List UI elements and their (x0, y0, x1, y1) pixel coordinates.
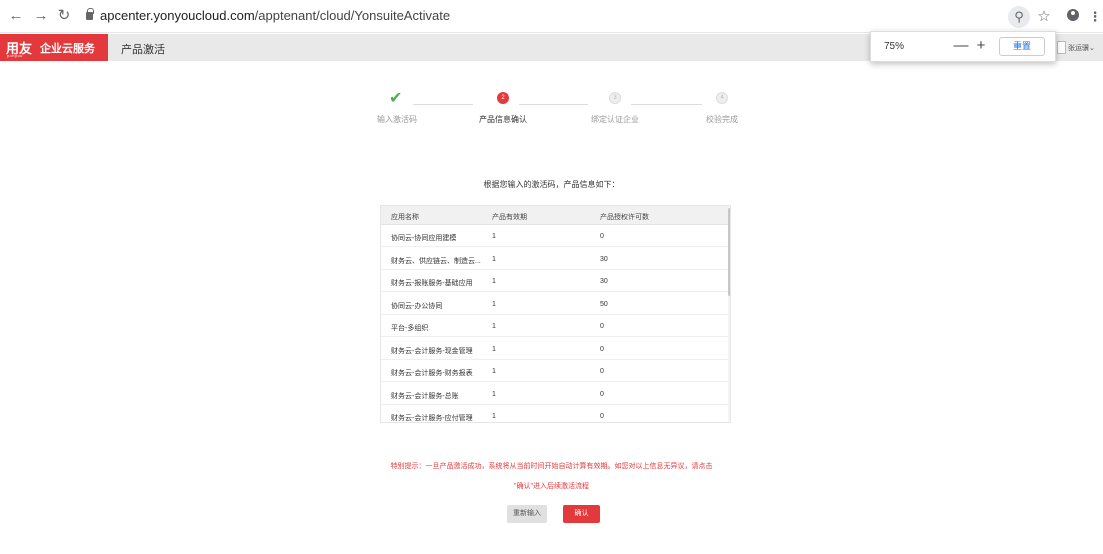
forward-arrow-icon[interactable]: → (33, 8, 49, 24)
table-cell: 1 (492, 323, 496, 330)
notice-text-2: "确认"进入后续激活流程 (514, 483, 589, 490)
browser-toolbar: ← → ↻ apcenter.yonyoucloud.com/apptenant… (0, 0, 1103, 33)
table-cell: 0 (600, 390, 604, 398)
table-row[interactable]: 协同云-办公协同 1 50 (381, 293, 728, 315)
table-cell: 财务云-会计服务-财务报表 (391, 370, 473, 377)
table-cell: 财务云、供应链云、制造云... (391, 257, 481, 265)
zoom-level: 75% (884, 41, 905, 52)
confirm-button[interactable]: 确认 (563, 505, 600, 523)
zoom-reset-button[interactable]: 重置 (999, 37, 1045, 56)
step-number: 2 (497, 92, 509, 104)
star-icon[interactable]: ☆ (1033, 6, 1055, 28)
table-row[interactable]: 协同云-协同应用建模 1 0 (381, 225, 728, 247)
table-row[interactable]: 平台-多组织 1 0 (381, 315, 728, 337)
reenter-button[interactable]: 重新输入 (507, 505, 547, 523)
table-row[interactable]: 财务云-报账服务-基础应用 1 30 (381, 270, 728, 292)
table-cell: 1 (492, 233, 496, 240)
table-cell: 0 (600, 323, 604, 330)
column-header: 产品授权许可数 (600, 214, 649, 221)
table-cell: 30 (600, 255, 608, 263)
user-name: 张运骥 (1068, 45, 1089, 52)
info-title: 根据您输入的激活码，产品信息如下： (483, 180, 620, 189)
account-icon[interactable] (1062, 6, 1084, 28)
address-bar[interactable]: apcenter.yonyoucloud.com/apptenant/cloud… (100, 8, 450, 23)
table-cell: 1 (492, 255, 496, 263)
back-arrow-icon[interactable]: ← (8, 8, 24, 24)
zoom-magnifier-icon[interactable]: ⚲ (1008, 6, 1030, 28)
table-cell: 财务云-会计服务-现金管理 (391, 347, 473, 355)
step-connector (631, 104, 702, 105)
table-cell: 平台-多组织 (391, 325, 429, 332)
column-header: 应用名称 (391, 214, 419, 221)
table-cell: 协同云-协同应用建模 (391, 235, 457, 242)
user-avatar[interactable] (1057, 41, 1066, 54)
logo-name: 企业云服务 (40, 43, 95, 55)
url-host: apcenter.yonyoucloud.com (100, 8, 255, 23)
table-cell: 50 (600, 300, 608, 308)
table-row[interactable]: 财务云-会计服务-现金管理 1 0 (381, 338, 728, 360)
table-row[interactable]: 财务云、供应链云、制造云... 1 30 (381, 248, 728, 270)
table-cell: 1 (492, 278, 496, 285)
reload-icon[interactable]: ↻ (56, 8, 72, 24)
table-cell: 协同云-办公协同 (391, 302, 443, 310)
table-cell: 1 (492, 368, 496, 375)
table-cell: 1 (492, 390, 496, 398)
scroll-thumb[interactable] (728, 208, 730, 296)
table-header: 应用名称 产品有效期 产品授权许可数 (381, 206, 730, 225)
lock-icon (86, 8, 94, 20)
table-cell: 0 (600, 233, 604, 240)
step-connector (519, 104, 588, 105)
product-table[interactable]: 应用名称 产品有效期 产品授权许可数 协同云-协同应用建模 1 0 财务云、供应链云、… (380, 205, 731, 423)
column-header: 产品有效期 (492, 214, 527, 221)
zoom-in-button[interactable]: + (972, 37, 990, 55)
table-cell: 1 (492, 300, 496, 308)
table-cell: 0 (600, 368, 604, 375)
table-scrollbar[interactable] (728, 206, 730, 422)
table-cell: 0 (600, 345, 604, 353)
table-cell: 1 (492, 413, 496, 420)
table-cell: 0 (600, 413, 604, 420)
table-cell: 财务云-报账服务-基础应用 (391, 280, 473, 287)
table-cell: 1 (492, 345, 496, 353)
step-number: 3 (609, 92, 621, 104)
notice-text: 特别提示：一旦产品激活成功，系统将从当前时间开始自动计算有效期。如您对以上信息无… (390, 463, 713, 470)
step-number: 4 (716, 92, 728, 104)
logo-sub: yonyou (7, 53, 23, 58)
table-row[interactable]: 财务云-会计服务-总账 1 0 (381, 383, 728, 405)
step-connector (413, 104, 473, 105)
step-label: 校验完成 (706, 115, 738, 124)
logo[interactable]: 用友 yonyou 企业云服务 (0, 34, 108, 61)
table-cell: 30 (600, 278, 608, 285)
step-label: 产品信息确认 (479, 115, 527, 124)
page-title: 产品激活 (121, 44, 165, 56)
menu-dots-icon[interactable]: ⋮ (1084, 6, 1103, 28)
step-label: 输入激活码 (377, 115, 417, 124)
table-cell: 财务云-会计服务-总账 (391, 392, 459, 400)
table-row[interactable]: 财务云-会计服务-财务报表 1 0 (381, 360, 728, 382)
zoom-out-button[interactable]: — (952, 37, 970, 55)
checkmark-icon: ✔ (389, 90, 403, 107)
table-cell: 财务云-会计服务-应付管理 (391, 415, 473, 422)
step-label: 绑定认证企业 (591, 115, 639, 124)
url-path: /apptenant/cloud/YonsuiteActivate (254, 8, 451, 23)
zoom-popup: 75% — + 重置 (870, 31, 1056, 62)
user-menu[interactable]: 张运骥⌄ (1068, 43, 1095, 53)
table-row[interactable]: 财务云-会计服务-应付管理 1 0 (381, 405, 728, 422)
